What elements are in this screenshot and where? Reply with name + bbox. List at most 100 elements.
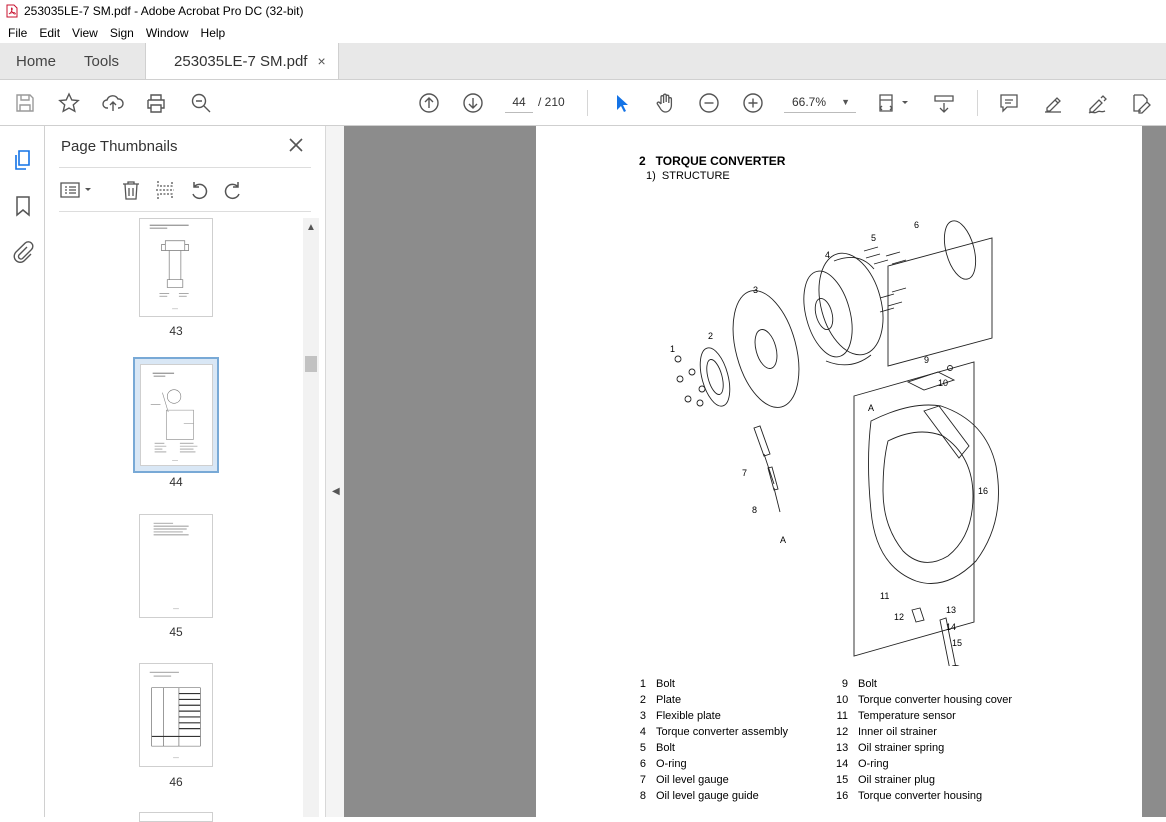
callout-10: 10 — [938, 378, 948, 388]
page-thumbnail[interactable] — [139, 663, 213, 767]
page-thumbnail — [140, 364, 213, 466]
callout-9: 9 — [924, 355, 929, 365]
prev-page-icon[interactable] — [417, 91, 441, 115]
callout-7: 7 — [742, 468, 747, 478]
scrollbar-thumb[interactable] — [305, 356, 317, 372]
callout-4: 4 — [825, 250, 830, 260]
torque-converter-exploded-diagram: 1 2 3 4 5 6 7 8 9 10 11 12 13 14 15 16 A… — [670, 220, 999, 666]
scroll-mode-icon[interactable] — [932, 91, 956, 115]
callout-3: 3 — [753, 285, 758, 295]
save-icon[interactable] — [13, 91, 37, 115]
tab-close-icon[interactable]: × — [317, 53, 325, 69]
parts-list-row: 5 Bolt — [639, 742, 675, 754]
tab-tools[interactable]: Tools — [70, 43, 133, 79]
callout-14: 14 — [946, 622, 956, 632]
page-thumbnails-icon[interactable] — [11, 148, 35, 172]
window-title: 253035LE-7 SM.pdf - Adobe Acrobat Pro DC… — [24, 4, 304, 18]
menu-file[interactable]: File — [2, 26, 33, 40]
parts-list-row: 11 Temperature sensor — [836, 710, 956, 722]
delete-page-icon[interactable] — [119, 178, 143, 202]
section-subheading: 1) STRUCTURE — [646, 170, 730, 182]
parts-list-row: 7 Oil level gauge — [639, 774, 729, 786]
callout-5: 5 — [871, 233, 876, 243]
parts-list-row: 8 Oil level gauge guide — [639, 790, 759, 802]
parts-list-row: 9 Bolt — [841, 678, 877, 690]
parts-list-row: 14 O-ring — [836, 758, 889, 770]
close-icon[interactable] — [288, 137, 304, 153]
thumbnail-page-label: 44 — [169, 475, 183, 489]
menu-sign[interactable]: Sign — [104, 26, 140, 40]
zoom-value: 66.7% — [792, 94, 827, 109]
panel-splitter[interactable]: ◀ — [325, 126, 344, 817]
divider — [59, 167, 311, 168]
callout-6: 6 — [914, 220, 919, 230]
page-thumbnail[interactable] — [139, 514, 213, 618]
next-page-icon[interactable] — [461, 91, 485, 115]
callout-15: 15 — [952, 638, 962, 648]
parts-list-row: 12 Inner oil strainer — [836, 726, 937, 738]
tab-home-label: Home — [16, 52, 57, 70]
zoom-out-icon[interactable] — [697, 91, 721, 115]
hand-icon[interactable] — [653, 91, 677, 115]
zoom-search-icon[interactable] — [189, 91, 213, 115]
comment-icon[interactable] — [997, 91, 1021, 115]
insert-page-icon[interactable] — [153, 178, 177, 202]
parts-list-row: 15 Oil strainer plug — [836, 774, 936, 786]
callout-a: A — [780, 535, 786, 545]
thumbnail-page-label: 43 — [169, 324, 183, 338]
tab-document[interactable]: 253035LE-7 SM.pdf × — [145, 43, 339, 79]
rotate-counterclockwise-icon[interactable] — [187, 178, 211, 202]
scroll-up-icon[interactable]: ▲ — [306, 222, 316, 233]
document-view[interactable]: 2 TORQUE CONVERTER 1) STRUCTURE 1 2 3 4 … — [344, 126, 1166, 817]
menu-help[interactable]: Help — [195, 26, 232, 40]
rotate-clockwise-icon[interactable] — [221, 178, 245, 202]
select-arrow-icon[interactable] — [609, 91, 633, 115]
chevron-down-icon: ▼ — [841, 97, 850, 107]
zoom-in-icon[interactable] — [741, 91, 765, 115]
print-icon[interactable] — [144, 91, 168, 115]
callout-13: 13 — [946, 605, 956, 615]
highlight-pen-icon[interactable] — [1041, 91, 1065, 115]
upload-icon[interactable] — [101, 91, 125, 115]
left-navigation-rail — [0, 126, 45, 817]
page-thumbnail-selected[interactable] — [133, 357, 219, 473]
page-number-input[interactable] — [505, 91, 533, 113]
parts-list-right: 9 Bolt 10 Torque converter housing cover 1… — [836, 678, 1012, 806]
menu-view[interactable]: View — [66, 26, 104, 40]
collapse-panel-icon[interactable]: ◀ — [332, 486, 340, 497]
tab-bar: Home Tools 253035LE-7 SM.pdf × — [0, 43, 1166, 80]
panel-title: Page Thumbnails — [61, 138, 178, 155]
callout-8: 8 — [752, 505, 757, 515]
bookmarks-icon[interactable] — [11, 194, 35, 218]
acrobat-pdf-icon — [6, 4, 18, 18]
tab-home[interactable]: Home — [0, 43, 70, 79]
fit-page-icon[interactable] — [877, 91, 911, 115]
menu-edit[interactable]: Edit — [33, 26, 66, 40]
tab-document-label: 253035LE-7 SM.pdf — [174, 52, 308, 70]
tab-tools-label: Tools — [84, 52, 120, 70]
edit-pdf-icon[interactable] — [1129, 91, 1153, 115]
bookmark-star-icon[interactable] — [57, 91, 81, 115]
menu-window[interactable]: Window — [140, 26, 195, 40]
zoom-dropdown[interactable]: 66.7% ▼ — [784, 91, 856, 113]
page-total: / 210 — [538, 95, 565, 109]
thumbnails-scrollbar[interactable]: ▲ — [303, 218, 319, 817]
title-bar: 253035LE-7 SM.pdf - Adobe Acrobat Pro DC… — [0, 0, 1166, 22]
callout-16: 16 — [978, 486, 988, 496]
toolbar-divider — [587, 90, 588, 116]
menu-bar: File Edit View Sign Window Help — [0, 22, 1166, 43]
page-thumbnails-panel: Page Thumbnails 43 44 45 46 ▲ — [45, 126, 325, 822]
callout-a: A — [868, 403, 874, 413]
page-thumbnail[interactable] — [139, 812, 213, 822]
parts-list-row: 13 Oil strainer spring — [836, 742, 945, 754]
page-thumbnail[interactable] — [139, 218, 213, 317]
parts-list-row: 3 Flexible plate — [639, 710, 721, 722]
thumbnail-options-icon[interactable] — [59, 178, 95, 202]
sign-icon[interactable] — [1085, 91, 1109, 115]
pdf-page: 2 TORQUE CONVERTER 1) STRUCTURE 1 2 3 4 … — [536, 126, 1142, 817]
parts-list-row: 6 O-ring — [639, 758, 687, 770]
parts-list-row: 4 Torque converter assembly — [639, 726, 789, 738]
attachments-icon[interactable] — [11, 240, 35, 264]
toolbar-divider — [977, 90, 978, 116]
parts-list-left: 1 Bolt 2 Plate 3 Flexible plate 4 Torque con… — [634, 678, 788, 806]
